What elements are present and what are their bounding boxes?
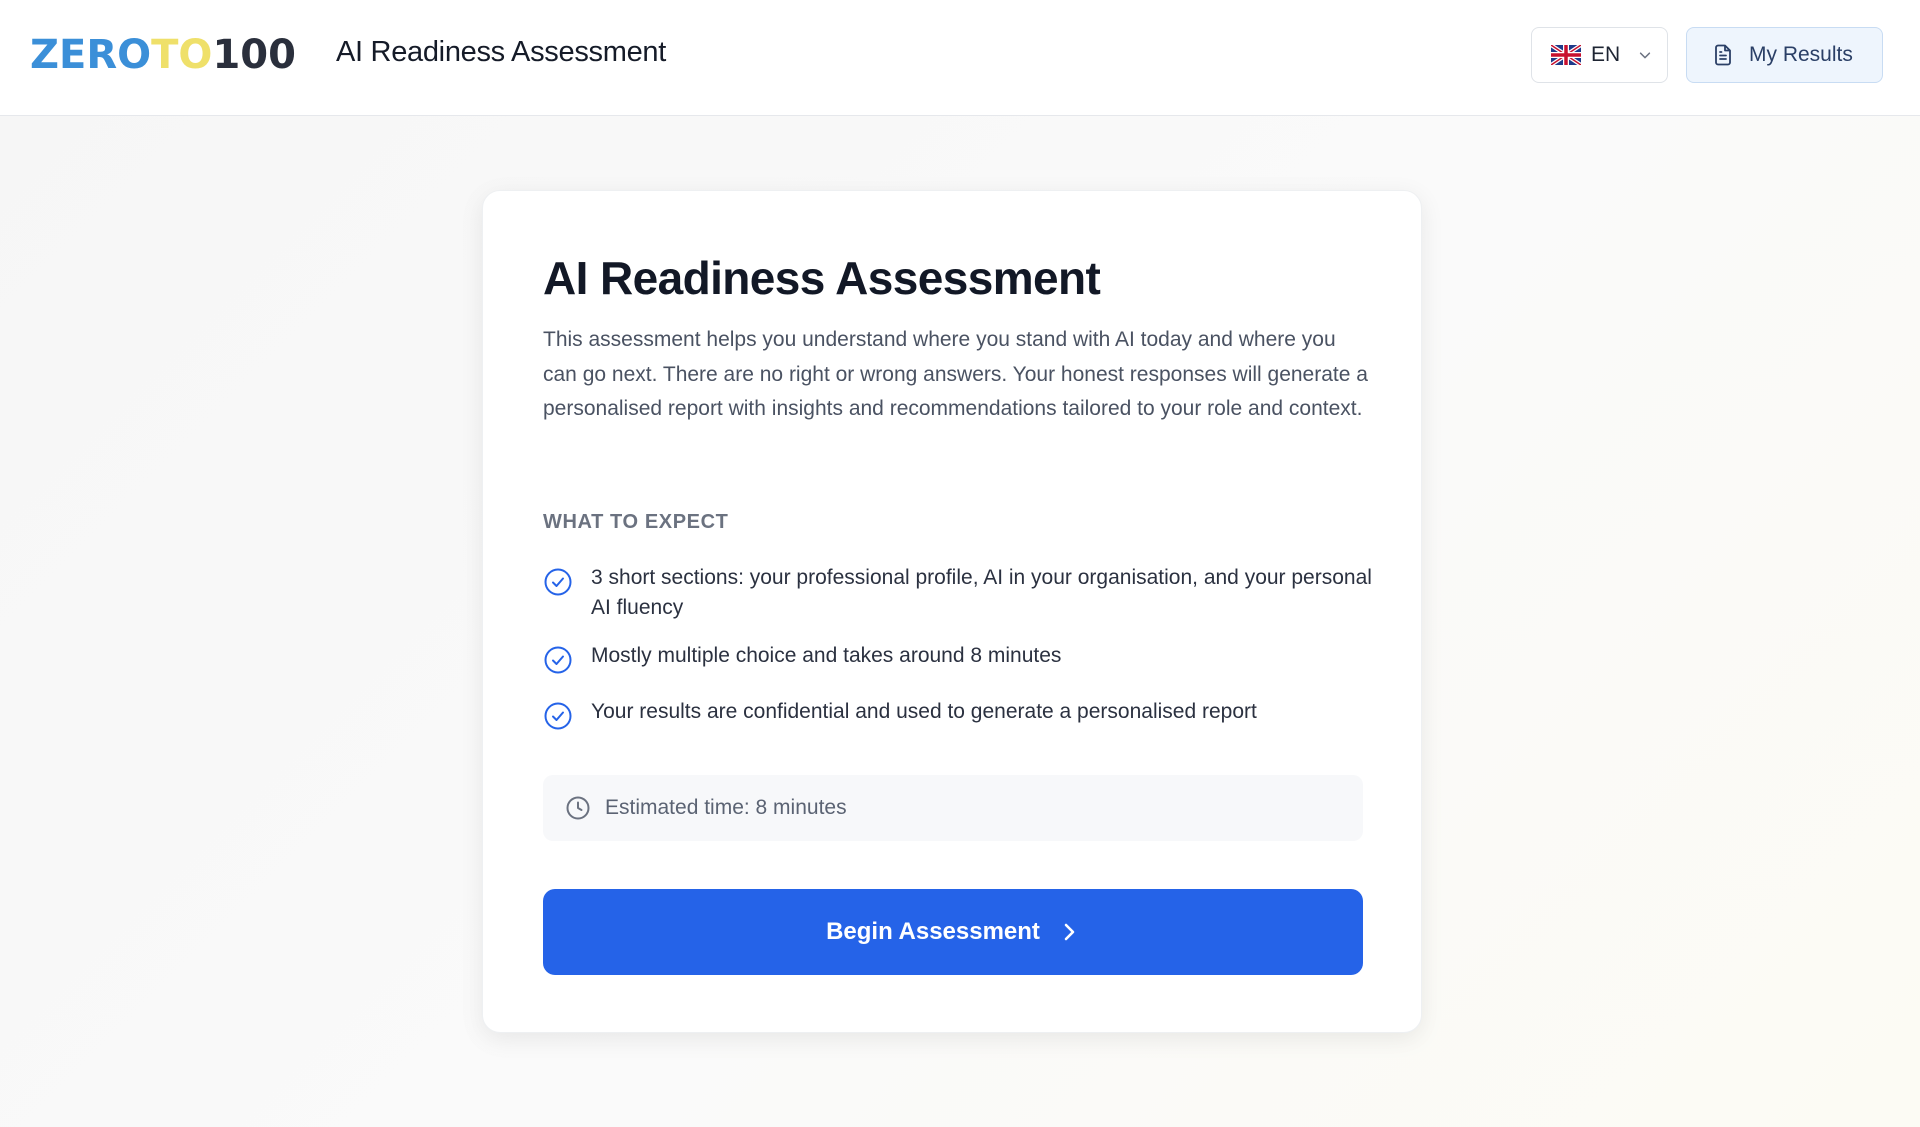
zeroto100-logo[interactable]: ZERO TO 100 — [30, 30, 296, 80]
my-results-label: My Results — [1749, 43, 1853, 66]
expectations-list: 3 short sections: your professional prof… — [543, 563, 1373, 731]
language-code: EN — [1591, 43, 1621, 66]
begin-assessment-button[interactable]: Begin Assessment — [543, 889, 1363, 975]
assessment-card: AI Readiness Assessment This assessment … — [482, 190, 1422, 1033]
chevron-down-icon — [1640, 52, 1651, 59]
clock-icon — [566, 796, 590, 820]
logo-part-zero: ZERO — [30, 32, 152, 78]
begin-assessment-label: Begin Assessment — [826, 918, 1040, 945]
app-title: AI Readiness Assessment — [336, 36, 666, 68]
list-item-text: Mostly multiple choice and takes around … — [591, 644, 1062, 667]
what-to-expect-heading: WHAT TO EXPECT — [543, 511, 729, 533]
estimated-time-text: Estimated time: 8 minutes — [605, 796, 847, 819]
top-bar: ZERO TO 100 AI Readiness Assessment EN My … — [0, 0, 1920, 116]
logo-part-100: 100 — [212, 32, 296, 78]
list-item: 3 short sections: your professional prof… — [543, 563, 1373, 623]
uk-flag-icon — [1551, 45, 1581, 65]
chevron-right-icon — [1064, 923, 1075, 941]
list-item-text: Your results are confidential and used t… — [591, 700, 1257, 723]
intro-text: This assessment helps you understand whe… — [543, 328, 1368, 420]
estimated-time-box: Estimated time: 8 minutes — [543, 775, 1363, 841]
list-item-text: 3 short sections: your professional prof… — [591, 566, 1372, 619]
card-title: AI Readiness Assessment — [543, 252, 1101, 304]
language-selector[interactable]: EN — [1531, 27, 1668, 83]
my-results-button[interactable]: My Results — [1686, 27, 1883, 83]
check-circle-icon — [544, 702, 572, 730]
list-item: Mostly multiple choice and takes around … — [543, 641, 1373, 675]
list-item: Your results are confidential and used t… — [543, 697, 1373, 731]
check-circle-icon — [544, 646, 572, 674]
logo-part-to: TO — [151, 32, 213, 78]
check-circle-icon — [544, 568, 572, 596]
document-icon — [1715, 44, 1731, 66]
